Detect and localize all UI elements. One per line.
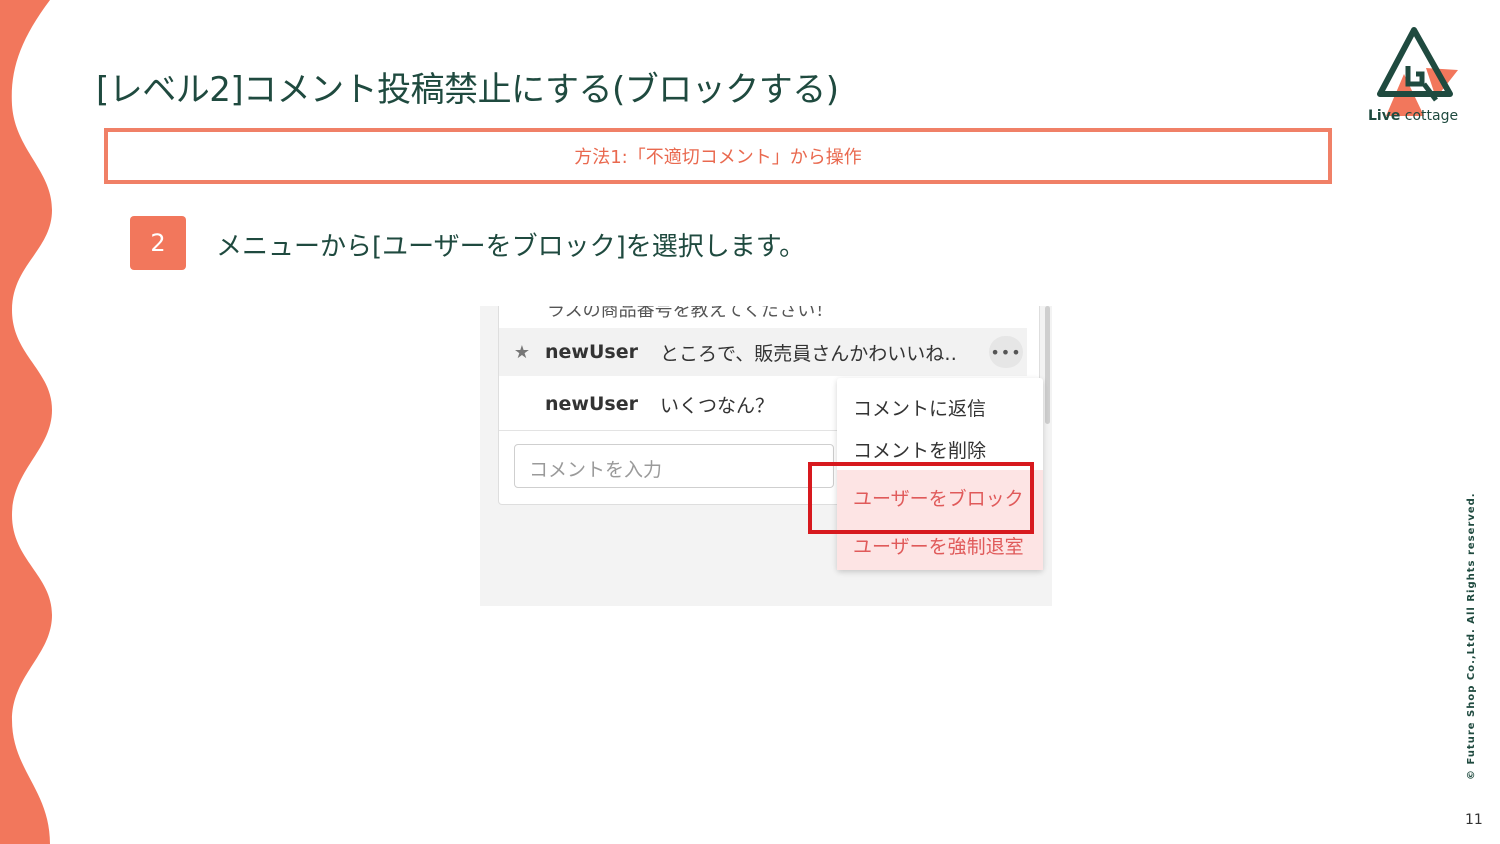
more-options-icon[interactable]: •••: [989, 336, 1023, 368]
method-label: 方法1:「不適切コメント」から操作: [574, 147, 862, 168]
slide-title: [レベル2]コメント投稿禁止にする(ブロックする): [96, 70, 839, 110]
comment-username: newUser: [545, 393, 638, 415]
decorative-wave-border: [0, 0, 52, 844]
screenshot-inset: ラスの商品番号を教えてください！ ★ newUser ところで、販売員さんかわい…: [480, 306, 1052, 606]
comment-row[interactable]: ★ newUser ところで、販売員さんかわいいね‥: [499, 328, 1027, 376]
logo-text-bold: Live: [1368, 108, 1401, 124]
comment-message: いくつなん？: [659, 394, 774, 417]
scrollbar[interactable]: [1045, 306, 1050, 424]
copyright-notice: © Future Shop Co.,Ltd. All Rights reserv…: [1466, 492, 1477, 780]
comment-message: ところで、販売員さんかわいいね‥: [659, 342, 957, 365]
page-number: 11: [1465, 812, 1483, 828]
comment-username: newUser: [545, 341, 638, 363]
menu-item-kick-user[interactable]: ユーザーを強制退室: [853, 532, 1024, 559]
logo-text: Live cottage: [1368, 108, 1458, 124]
menu-item-delete[interactable]: コメントを削除: [853, 436, 986, 463]
star-icon: ★: [513, 341, 531, 363]
logo-text-rest: cottage: [1400, 108, 1459, 124]
step-instruction: メニューから[ユーザーをブロック]を選択します。: [216, 232, 806, 262]
menu-item-reply[interactable]: コメントに返信: [853, 394, 986, 421]
highlight-box: [808, 462, 1034, 534]
comment-input[interactable]: コメントを入力: [514, 444, 834, 488]
method-box: 方法1:「不適切コメント」から操作: [104, 128, 1332, 184]
step-number-badge: 2: [130, 216, 186, 270]
cut-off-comment: ラスの商品番号を教えてください！: [547, 306, 834, 321]
